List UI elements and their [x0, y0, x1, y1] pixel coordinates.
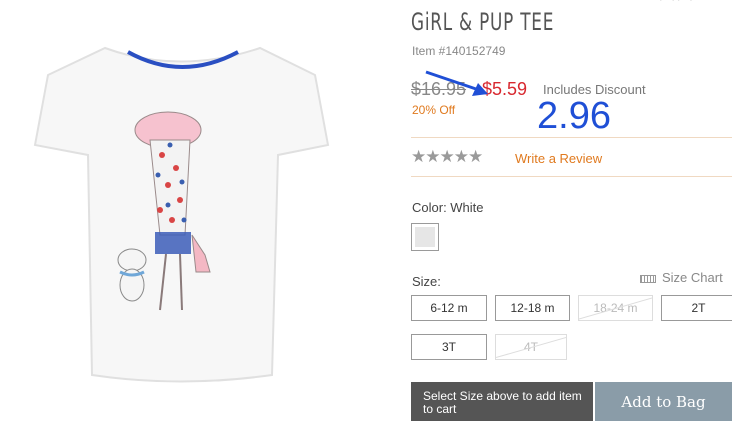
divider: [411, 176, 732, 177]
size-option-2t[interactable]: 2T: [661, 295, 732, 321]
rating-stars[interactable]: ★★★★★: [411, 147, 483, 167]
discount-badge: 20% Off: [412, 103, 456, 117]
top-toolbar-icons: ⌒ ⌒: [660, 0, 692, 12]
annotation-arrow-icon: [425, 70, 488, 96]
size-chart-link[interactable]: Size Chart: [640, 270, 723, 285]
write-review-link[interactable]: Write a Review: [515, 151, 602, 166]
annotation-value: 2.96: [537, 95, 611, 137]
size-option-12-18m[interactable]: 12-18 m: [495, 295, 570, 321]
size-option-4t: 4T: [495, 334, 567, 360]
size-chart-label: Size Chart: [662, 270, 723, 285]
size-label: Size:: [412, 274, 441, 289]
color-label: Color: White: [412, 200, 484, 215]
pup-graphic: [117, 248, 147, 302]
select-size-message: Select Size above to add item to cart: [411, 382, 593, 421]
tshirt-image: [33, 46, 330, 383]
product-title: GiRL & PUP TEE: [411, 8, 555, 36]
size-option-3t[interactable]: 3T: [411, 334, 487, 360]
size-option-18-24m: 18-24 m: [578, 295, 653, 321]
add-to-bag-button[interactable]: Add to Bag: [595, 382, 732, 421]
divider: [411, 137, 732, 138]
ruler-icon: [640, 274, 656, 283]
size-option-6-12m[interactable]: 6-12 m: [411, 295, 487, 321]
item-number: Item #140152749: [412, 44, 506, 58]
product-image[interactable]: [10, 20, 360, 400]
color-swatch-white[interactable]: [411, 223, 439, 251]
